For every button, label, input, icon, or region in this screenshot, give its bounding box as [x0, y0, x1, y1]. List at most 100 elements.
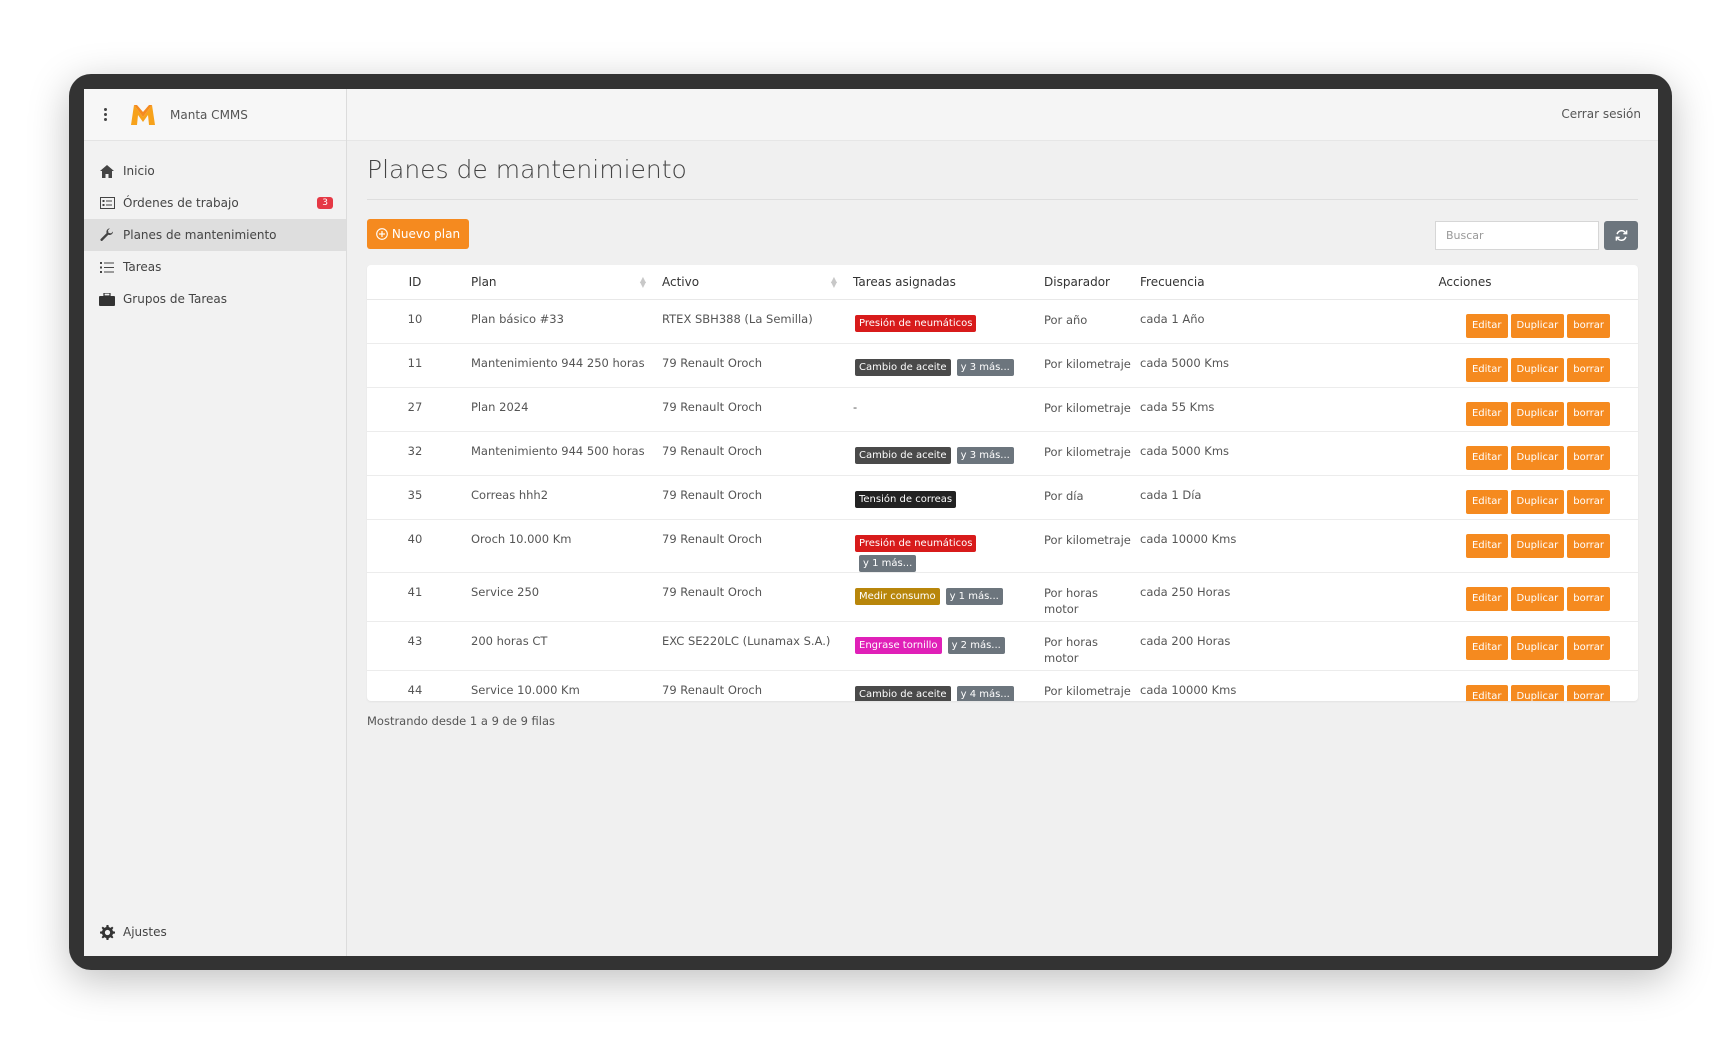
col-plan-header[interactable]: Plan ▲ ▼ — [463, 265, 654, 300]
cell-acciones: Editar Duplicar borrar — [1252, 670, 1638, 701]
cell-acciones: Editar Duplicar borrar — [1252, 475, 1638, 520]
page-title: Planes de mantenimiento — [367, 155, 687, 184]
edit-button[interactable]: Editar — [1465, 401, 1508, 426]
search-input[interactable] — [1435, 221, 1599, 250]
delete-button[interactable]: borrar — [1567, 635, 1610, 660]
more-tasks-tag[interactable]: y 1 más... — [859, 554, 917, 572]
cell-activo: 79 Renault Oroch — [662, 682, 762, 697]
col-acciones-header: Acciones — [1252, 265, 1638, 300]
sidebar-item-grupos[interactable]: Grupos de Tareas — [84, 283, 346, 315]
edit-button[interactable]: Editar — [1465, 635, 1508, 660]
cell-tareas: Cambio de aceite y 3 más... — [845, 343, 1036, 388]
task-tag: Medir consumo — [855, 587, 940, 605]
delete-button[interactable]: borrar — [1567, 401, 1610, 426]
new-plan-button[interactable]: Nuevo plan — [367, 219, 469, 249]
table-row: 32 Mantenimiento 944 500 horas 79 Renaul… — [367, 431, 1638, 476]
sidebar-item-planes[interactable]: Planes de mantenimiento — [84, 219, 346, 251]
sidebar-item-ordenes[interactable]: Órdenes de trabajo 3 — [84, 187, 346, 219]
delete-button[interactable]: borrar — [1567, 489, 1610, 514]
row-actions: Editar Duplicar borrar — [1465, 586, 1610, 611]
top-bar: Cerrar sesión — [347, 89, 1658, 141]
cell-plan: Mantenimiento 944 250 horas — [463, 343, 654, 388]
cell-tareas: Presión de neumáticos y 1 más... — [845, 519, 1036, 573]
task-tag: Cambio de aceite — [855, 446, 951, 464]
cell-disparador: Por kilometraje — [1036, 343, 1132, 388]
sidebar: Manta CMMS Inicio Órdenes de trabajo 3 P… — [84, 89, 347, 956]
duplicate-button[interactable]: Duplicar — [1510, 489, 1565, 514]
task-tag: Cambio de aceite — [855, 358, 951, 376]
task-tag: Presión de neumáticos — [855, 534, 977, 552]
table-row: 43 200 horas CT EXC SE220LC (Lunamax S.A… — [367, 621, 1638, 671]
duplicate-button[interactable]: Duplicar — [1510, 445, 1565, 470]
delete-button[interactable]: borrar — [1567, 533, 1610, 558]
delete-button[interactable]: borrar — [1567, 313, 1610, 338]
row-actions: Editar Duplicar borrar — [1465, 313, 1610, 338]
edit-button[interactable]: Editar — [1465, 533, 1508, 558]
list-icon — [98, 259, 116, 275]
edit-button[interactable]: Editar — [1465, 445, 1508, 470]
table-row: 27 Plan 2024 79 Renault Oroch - Por kilo… — [367, 387, 1638, 432]
brand-name: Manta CMMS — [170, 107, 248, 122]
edit-button[interactable]: Editar — [1465, 489, 1508, 514]
plans-table-card: ID Plan ▲ ▼ Activo ▲ ▼ Tareas asignadas Di… — [367, 265, 1638, 701]
edit-button[interactable]: Editar — [1465, 313, 1508, 338]
task-tag: Cambio de aceite — [855, 685, 951, 701]
delete-button[interactable]: borrar — [1567, 684, 1610, 701]
more-tasks-tag[interactable]: y 3 más... — [956, 358, 1014, 376]
row-actions: Editar Duplicar borrar — [1465, 489, 1610, 514]
cell-disparador: Por horas motor — [1036, 621, 1132, 671]
cell-plan: Service 250 — [463, 572, 654, 622]
table-row: 40 Oroch 10.000 Km 79 Renault Oroch Pres… — [367, 519, 1638, 573]
sidebar-item-inicio[interactable]: Inicio — [84, 155, 346, 187]
home-icon — [98, 163, 116, 179]
edit-button[interactable]: Editar — [1465, 684, 1508, 701]
cell-id: 41 — [367, 572, 463, 622]
duplicate-button[interactable]: Duplicar — [1510, 533, 1565, 558]
cell-plan: Plan 2024 — [463, 387, 654, 432]
task-tag: Tensión de correas — [855, 490, 957, 508]
col-tareas-header: Tareas asignadas — [845, 265, 1036, 300]
delete-button[interactable]: borrar — [1567, 357, 1610, 382]
sidebar-item-tareas[interactable]: Tareas — [84, 251, 346, 283]
cell-activo: 79 Renault Oroch — [654, 475, 845, 520]
title-divider — [367, 199, 1638, 200]
settings-link[interactable]: Ajustes — [98, 924, 167, 940]
delete-button[interactable]: borrar — [1567, 586, 1610, 611]
cell-activo: 79 Renault Oroch — [654, 572, 845, 622]
duplicate-button[interactable]: Duplicar — [1510, 357, 1565, 382]
cell-tareas: Cambio de aceite y 3 más... — [845, 431, 1036, 476]
duplicate-button[interactable]: Duplicar — [1510, 313, 1565, 338]
cell-acciones: Editar Duplicar borrar — [1252, 299, 1638, 344]
work-orders-badge: 3 — [317, 197, 333, 209]
col-activo-label: Activo — [662, 274, 700, 289]
cell-activo: 79 Renault Oroch — [654, 387, 845, 432]
cell-id: 27 — [367, 387, 463, 432]
menu-kebab-icon[interactable] — [104, 108, 108, 121]
more-tasks-tag[interactable]: y 3 más... — [956, 446, 1014, 464]
duplicate-button[interactable]: Duplicar — [1510, 586, 1565, 611]
briefcase-icon — [98, 291, 116, 307]
more-tasks-tag[interactable]: y 4 más... — [956, 685, 1014, 701]
refresh-button[interactable] — [1604, 221, 1638, 250]
delete-button[interactable]: borrar — [1567, 445, 1610, 470]
cell-activo: EXC SE220LC (Lunamax S.A.) — [654, 621, 845, 671]
task-tag: Engrase tornillo — [855, 636, 942, 654]
edit-button[interactable]: Editar — [1465, 586, 1508, 611]
duplicate-button[interactable]: Duplicar — [1510, 635, 1565, 660]
logout-link[interactable]: Cerrar sesión — [1561, 107, 1641, 121]
duplicate-button[interactable]: Duplicar — [1510, 401, 1565, 426]
cell-frecuencia: cada 250 Horas — [1132, 572, 1252, 622]
cell-id: 43 — [367, 621, 463, 671]
cell-disparador: Por kilometraje — [1036, 387, 1132, 432]
more-tasks-tag[interactable]: y 1 más... — [945, 587, 1003, 605]
edit-button[interactable]: Editar — [1465, 357, 1508, 382]
duplicate-button[interactable]: Duplicar — [1510, 684, 1565, 701]
cell-plan: Plan básico #33 — [463, 299, 654, 344]
sort-icon: ▲ ▼ — [830, 275, 837, 289]
col-activo-header[interactable]: Activo ▲ ▼ — [654, 265, 845, 300]
col-id-header[interactable]: ID — [367, 265, 463, 300]
sort-icon: ▲ ▼ — [639, 275, 646, 289]
plans-table: ID Plan ▲ ▼ Activo ▲ ▼ Tareas asignadas Di… — [367, 265, 1638, 701]
more-tasks-tag[interactable]: y 2 más... — [947, 636, 1005, 654]
row-actions: Editar Duplicar borrar — [1465, 445, 1610, 470]
